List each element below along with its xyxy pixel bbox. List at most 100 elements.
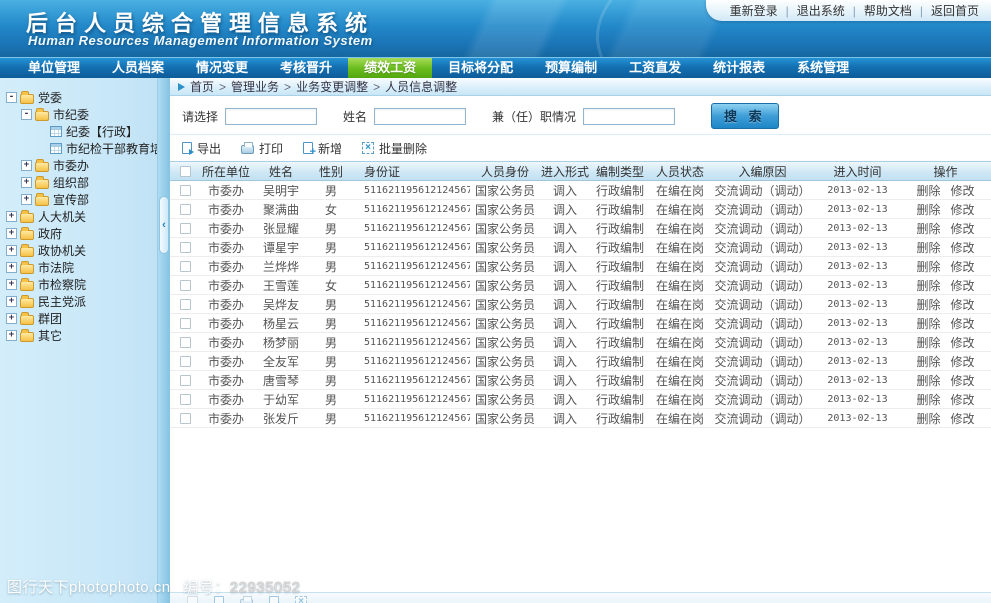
- delete-link[interactable]: 删除: [916, 374, 940, 388]
- nav-item[interactable]: 系统管理: [781, 58, 865, 78]
- row-checkbox[interactable]: [180, 242, 191, 253]
- tree-item[interactable]: -市纪委: [0, 106, 170, 123]
- nav-item[interactable]: 统计报表: [697, 58, 781, 78]
- tree-item[interactable]: 市纪检干部教育培训中心: [0, 140, 170, 157]
- search-input[interactable]: [374, 108, 466, 125]
- tree-toggle-plus-icon[interactable]: +: [6, 211, 17, 222]
- modify-link[interactable]: 修改: [951, 279, 975, 293]
- modify-link[interactable]: 修改: [951, 298, 975, 312]
- delete-link[interactable]: 删除: [916, 203, 940, 217]
- sidebar-splitter[interactable]: [157, 78, 170, 603]
- nav-item[interactable]: 考核晋升: [264, 58, 348, 78]
- tree-toggle-plus-icon[interactable]: +: [6, 296, 17, 307]
- toolbar-button[interactable]: 打印: [241, 140, 283, 157]
- toolbar-button[interactable]: 批量删除: [362, 140, 427, 157]
- nav-item[interactable]: 单位管理: [12, 58, 96, 78]
- quick-link[interactable]: 重新登录: [730, 2, 778, 19]
- row-checkbox[interactable]: [180, 185, 191, 196]
- tree-toggle-plus-icon[interactable]: +: [6, 313, 17, 324]
- delete-link[interactable]: 删除: [916, 241, 940, 255]
- footer-select-all-checkbox[interactable]: [187, 596, 198, 603]
- breadcrumb-item[interactable]: 人员信息调整: [385, 78, 457, 95]
- tree-toggle-plus-icon[interactable]: +: [6, 228, 17, 239]
- tree-toggle-minus-icon[interactable]: -: [21, 109, 32, 120]
- table-row: 市委办吴明宇男511621195612124567国家公务员调入行政编制在编在岗…: [170, 181, 991, 200]
- breadcrumb-item[interactable]: 首页: [190, 78, 214, 95]
- modify-link[interactable]: 修改: [951, 336, 975, 350]
- nav-item[interactable]: 预算编制: [529, 58, 613, 78]
- delete-link[interactable]: 删除: [916, 184, 940, 198]
- delete-link[interactable]: 删除: [916, 317, 940, 331]
- row-checkbox[interactable]: [180, 375, 191, 386]
- cell-reason: 交流调动（调动）: [710, 391, 815, 408]
- tree-toggle-plus-icon[interactable]: +: [6, 245, 17, 256]
- select-all-checkbox[interactable]: [180, 166, 191, 177]
- delete-link[interactable]: 删除: [916, 393, 940, 407]
- row-checkbox[interactable]: [180, 394, 191, 405]
- delete-link[interactable]: 删除: [916, 222, 940, 236]
- row-checkbox[interactable]: [180, 356, 191, 367]
- row-checkbox[interactable]: [180, 261, 191, 272]
- delete-link[interactable]: 删除: [916, 260, 940, 274]
- modify-link[interactable]: 修改: [951, 412, 975, 426]
- nav-item[interactable]: 目标将分配: [432, 58, 529, 78]
- tree-item[interactable]: +群团: [0, 310, 170, 327]
- modify-link[interactable]: 修改: [951, 222, 975, 236]
- tree-item[interactable]: 纪委【行政】: [0, 123, 170, 140]
- tree-toggle-plus-icon[interactable]: +: [21, 160, 32, 171]
- row-checkbox[interactable]: [180, 280, 191, 291]
- toolbar-button[interactable]: 新增: [303, 140, 342, 157]
- row-checkbox[interactable]: [180, 204, 191, 215]
- modify-link[interactable]: 修改: [951, 355, 975, 369]
- row-checkbox[interactable]: [180, 337, 191, 348]
- tree-item[interactable]: +政协机关: [0, 242, 170, 259]
- delete-link[interactable]: 删除: [916, 298, 940, 312]
- tree-item[interactable]: +政府: [0, 225, 170, 242]
- tree-item[interactable]: -党委: [0, 89, 170, 106]
- cell-date: 2013-02-13: [815, 223, 900, 234]
- quick-link[interactable]: 返回首页: [931, 2, 979, 19]
- delete-link[interactable]: 删除: [916, 336, 940, 350]
- delete-link[interactable]: 删除: [916, 412, 940, 426]
- modify-link[interactable]: 修改: [951, 374, 975, 388]
- tree-item[interactable]: +其它: [0, 327, 170, 344]
- tree-item[interactable]: +市检察院: [0, 276, 170, 293]
- delete-link[interactable]: 删除: [916, 279, 940, 293]
- toolbar-button[interactable]: 导出: [182, 140, 221, 157]
- quick-link[interactable]: 帮助文档: [864, 2, 912, 19]
- search-input[interactable]: [225, 108, 317, 125]
- nav-item[interactable]: 情况变更: [180, 58, 264, 78]
- modify-link[interactable]: 修改: [951, 241, 975, 255]
- nav-item[interactable]: 工资直发: [613, 58, 697, 78]
- search-button[interactable]: 搜 索: [711, 103, 779, 129]
- breadcrumb-item[interactable]: 业务变更调整: [296, 78, 368, 95]
- nav-item[interactable]: 绩效工资: [348, 58, 432, 78]
- delete-link[interactable]: 删除: [916, 355, 940, 369]
- quick-link[interactable]: 退出系统: [797, 2, 845, 19]
- row-checkbox[interactable]: [180, 318, 191, 329]
- breadcrumb-item[interactable]: 管理业务: [231, 78, 279, 95]
- row-checkbox[interactable]: [180, 223, 191, 234]
- tree-item[interactable]: +组织部: [0, 174, 170, 191]
- tree-toggle-plus-icon[interactable]: +: [6, 262, 17, 273]
- modify-link[interactable]: 修改: [951, 260, 975, 274]
- tree-item[interactable]: +市法院: [0, 259, 170, 276]
- modify-link[interactable]: 修改: [951, 184, 975, 198]
- nav-item[interactable]: 人员档案: [96, 58, 180, 78]
- tree-toggle-plus-icon[interactable]: +: [21, 194, 32, 205]
- collapse-sidebar-handle[interactable]: [159, 196, 169, 254]
- tree-toggle-plus-icon[interactable]: +: [6, 279, 17, 290]
- tree-item[interactable]: +民主党派: [0, 293, 170, 310]
- row-checkbox[interactable]: [180, 413, 191, 424]
- tree-item[interactable]: +宣传部: [0, 191, 170, 208]
- tree-toggle-plus-icon[interactable]: +: [21, 177, 32, 188]
- modify-link[interactable]: 修改: [951, 203, 975, 217]
- row-checkbox[interactable]: [180, 299, 191, 310]
- tree-item[interactable]: +市委办: [0, 157, 170, 174]
- modify-link[interactable]: 修改: [951, 317, 975, 331]
- tree-toggle-plus-icon[interactable]: +: [6, 330, 17, 341]
- search-input[interactable]: [583, 108, 675, 125]
- modify-link[interactable]: 修改: [951, 393, 975, 407]
- tree-toggle-minus-icon[interactable]: -: [6, 92, 17, 103]
- tree-item[interactable]: +人大机关: [0, 208, 170, 225]
